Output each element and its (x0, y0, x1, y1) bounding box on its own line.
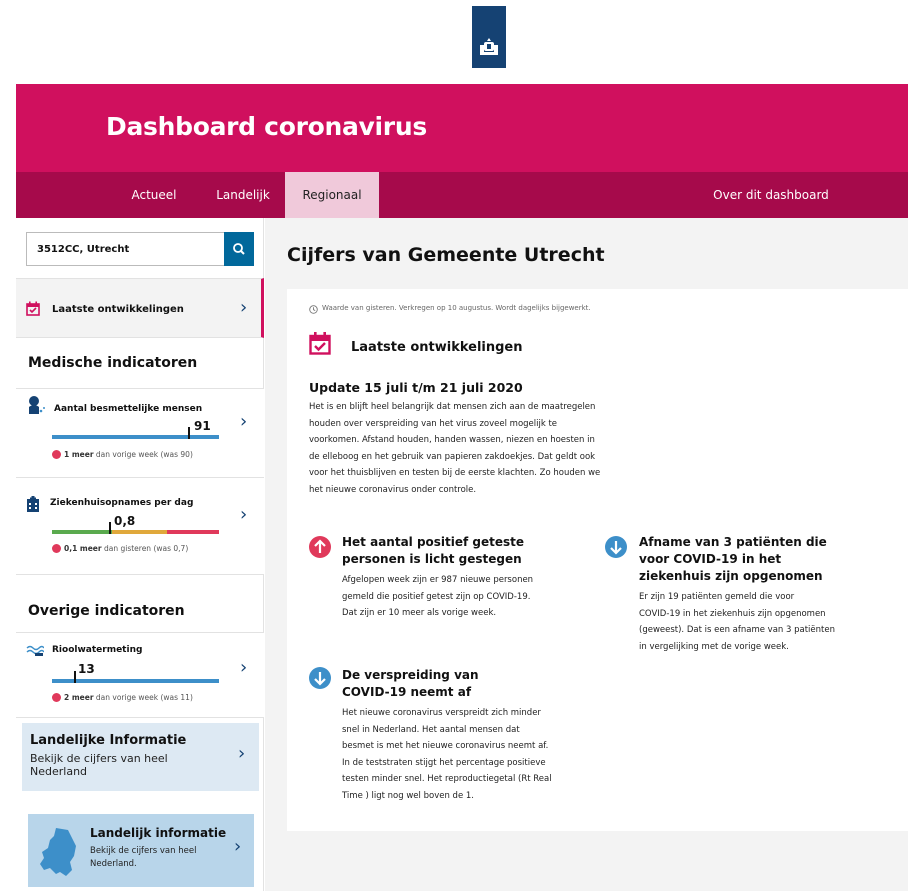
change-note: 2 meer dan vorige week (was 11) (52, 692, 193, 703)
crest-logo (472, 6, 506, 68)
app-title: Dashboard coronavirus (106, 112, 427, 141)
page-title: Cijfers van Gemeente Utrecht (287, 244, 605, 266)
indicator-label: Ziekenhuisopnames per dag (50, 498, 194, 508)
chevron-right-icon: › (238, 743, 246, 764)
positive-tests-text: Afgelopen week zijn er 987 nieuwe person… (342, 575, 534, 619)
sewage-icon (26, 645, 44, 656)
value-marker (74, 671, 76, 683)
data-timestamp: Waarde van gisteren. Verkregen op 10 aug… (322, 304, 591, 312)
chevron-right-icon: › (240, 504, 248, 525)
spread-title: De verspreiding van COVID-19 neemt af (342, 668, 479, 699)
chevron-right-icon: › (240, 657, 248, 678)
arrow-up-icon (52, 692, 61, 702)
progress-bar (52, 435, 219, 439)
search-button[interactable] (224, 232, 254, 266)
change-note: 1 meer dan vorige week (was 90) (52, 449, 193, 460)
nav-actueel[interactable]: Actueel (108, 172, 200, 218)
latest-title: Laatste ontwikkelingen (351, 340, 523, 355)
spread-text: Het nieuwe coronavirus verspreidt zich m… (342, 708, 552, 801)
hospital-patients-title: Afname van 3 patiënten die voor COVID-19… (639, 535, 827, 583)
progress-bar-mid (112, 530, 167, 534)
nav-regionaal[interactable]: Regionaal (285, 172, 379, 218)
clock-icon (309, 305, 318, 314)
sidebar: Laatste ontwikkelingen › Medische indica… (16, 218, 264, 891)
chevron-right-icon: › (240, 297, 248, 318)
chevron-right-icon: › (240, 411, 248, 432)
national-info-card-2[interactable]: Landelijk informatie Bekijk de cijfers v… (28, 814, 254, 887)
arrow-up-icon (309, 536, 331, 558)
sidebar-item-latest[interactable]: Laatste ontwikkelingen › (16, 278, 264, 338)
update-title: Update 15 juli t/m 21 juli 2020 (309, 380, 523, 395)
calendar-check-icon (26, 301, 40, 316)
arrow-down-icon (605, 536, 627, 558)
indicator-hospital[interactable]: Ziekenhuisopnames per dag 0,8 0,1 meer d… (16, 478, 264, 575)
calendar-check-icon (309, 332, 331, 355)
medical-indicators-title: Medische indicatoren (28, 355, 198, 371)
progress-bar-low (52, 530, 112, 534)
search-icon (233, 243, 245, 255)
national-info-title: Landelijke Informatie (30, 733, 187, 748)
indicator-value: 91 (194, 419, 211, 433)
sidebar-item-label: Laatste ontwikkelingen (52, 304, 184, 315)
page-header: Dashboard coronavirus (16, 84, 908, 172)
progress-bar (52, 679, 219, 683)
indicator-label: Aantal besmettelijke mensen (54, 404, 203, 414)
nav-landelijk[interactable]: Landelijk (200, 172, 286, 218)
progress-bar-high (167, 530, 219, 534)
indicator-infected[interactable]: Aantal besmettelijke mensen 91 1 meer da… (16, 389, 264, 478)
national-info-title: Landelijk informatie (90, 826, 227, 840)
value-marker (188, 427, 190, 439)
change-note: 0,1 meer dan gisteren (was 0,7) (52, 543, 188, 554)
indicator-value: 0,8 (114, 514, 136, 528)
national-info-text: Bekijk de cijfers van heel Nederland. (90, 846, 197, 869)
other-indicators-title: Overige indicatoren (28, 603, 185, 619)
positive-tests-title: Het aantal positief geteste personen is … (342, 535, 525, 566)
latest-developments-panel: Waarde van gisteren. Verkregen op 10 aug… (287, 289, 908, 831)
indicator-label: Rioolwatermeting (52, 645, 143, 655)
update-text: Het is en blijft heel belangrijk dat men… (309, 402, 601, 495)
main-content: Cijfers van Gemeente Utrecht Waarde van … (265, 218, 908, 891)
netherlands-map-icon (40, 828, 76, 876)
chevron-right-icon: › (234, 836, 242, 857)
arrow-up-icon (52, 543, 61, 553)
national-info-text: Bekijk de cijfers van heel Nederland (30, 752, 168, 778)
nav-over-dit-dashboard[interactable]: Over dit dashboard (686, 172, 856, 218)
indicator-value: 13 (78, 662, 95, 676)
hospital-patients-text: Er zijn 19 patiënten gemeld die voor COV… (639, 592, 835, 652)
indicator-sewage[interactable]: Rioolwatermeting 13 2 meer dan vorige we… (16, 633, 264, 718)
national-info-card[interactable]: Landelijke Informatie Bekijk de cijfers … (22, 723, 259, 791)
postcode-search (26, 232, 254, 266)
value-marker (109, 522, 111, 534)
search-input[interactable] (27, 233, 223, 265)
arrow-up-icon (52, 449, 61, 459)
main-nav: Actueel Landelijk Regionaal Over dit das… (16, 172, 908, 218)
virus-person-icon (29, 396, 45, 414)
arrow-down-icon (309, 667, 331, 689)
logo-strip (16, 0, 908, 84)
hospital-icon (27, 496, 39, 512)
